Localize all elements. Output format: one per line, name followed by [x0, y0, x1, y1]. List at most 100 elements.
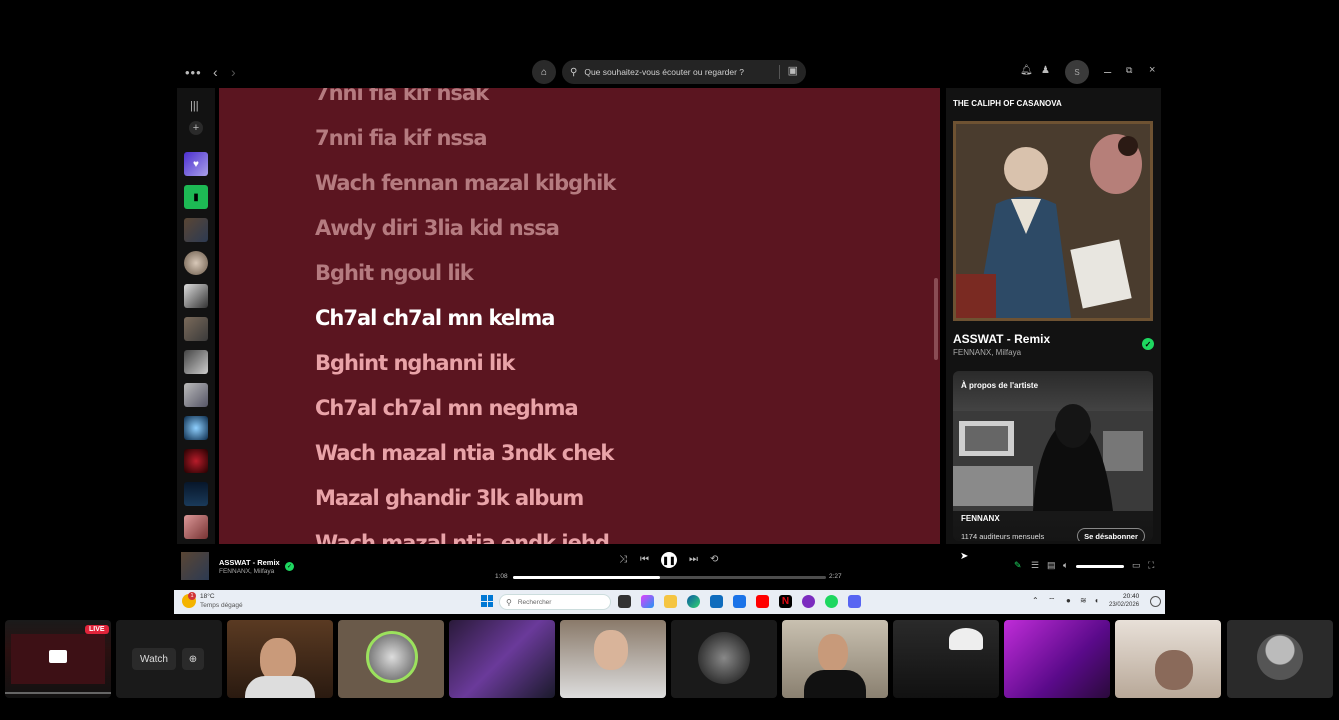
maximize-icon[interactable]: ⧉	[1126, 66, 1132, 75]
library-icon[interactable]: |||	[190, 100, 199, 112]
sidebar-item-album[interactable]	[184, 515, 208, 539]
discord-icon[interactable]	[848, 595, 861, 608]
participant-video[interactable]	[227, 620, 333, 698]
search-icon: ⚲	[506, 597, 512, 607]
participant-video[interactable]	[1004, 620, 1110, 698]
youtube-icon[interactable]	[756, 595, 769, 608]
about-artist-name[interactable]: FENNANX	[961, 514, 1000, 523]
previous-icon[interactable]: ⏮︎	[640, 554, 649, 565]
start-icon[interactable]	[481, 595, 493, 607]
sidebar-item-episodes[interactable]: ▮	[184, 185, 208, 209]
volume-slider[interactable]	[1076, 565, 1124, 568]
shuffle-icon[interactable]: ⤨	[619, 554, 627, 565]
screen-share-tile[interactable]: LIVE	[5, 620, 111, 698]
sidebar-item-album[interactable]	[184, 482, 208, 506]
search-input[interactable]: ⚲ Que souhaitez-vous écouter ou regarder…	[562, 60, 806, 84]
lyrics-scrollbar[interactable]	[934, 278, 938, 360]
lyric-line[interactable]: Mazal ghandir 3lk album	[315, 486, 584, 510]
file-explorer-icon[interactable]	[664, 595, 677, 608]
avatar[interactable]: S	[1065, 60, 1089, 84]
saved-check-icon[interactable]: ✓	[1142, 338, 1154, 350]
miniplayer-icon[interactable]: ▭	[1132, 560, 1141, 571]
weather-temp[interactable]: 18°C	[200, 593, 215, 600]
participant-avatar	[366, 631, 418, 683]
friend-activity-icon[interactable]: ♟	[1041, 66, 1050, 76]
lyric-line-active[interactable]: Ch7al ch7al mn kelma	[315, 306, 555, 330]
connect-device-icon[interactable]: ▤	[1047, 560, 1056, 571]
sidebar-item-album[interactable]	[184, 317, 208, 341]
sidebar-item-playlist[interactable]	[184, 218, 208, 242]
player-cover[interactable]	[181, 552, 209, 580]
notifications-icon[interactable]: 🔔︎	[1020, 66, 1033, 76]
spotify-icon[interactable]	[825, 595, 838, 608]
player-track-artists[interactable]: FENNANX, Milfaya	[219, 568, 274, 575]
participant-avatar-tile[interactable]	[338, 620, 444, 698]
next-icon[interactable]: ⏭︎	[689, 554, 698, 565]
sidebar-item-liked-songs[interactable]: ♥	[184, 152, 208, 176]
player-track-title[interactable]: ASSWAT - Remix	[219, 558, 280, 567]
queue-icon[interactable]: ☰	[1031, 560, 1039, 571]
browse-icon[interactable]: ▣	[788, 64, 798, 77]
netflix-icon[interactable]: N	[779, 595, 792, 608]
pause-button[interactable]: ❚❚	[661, 552, 677, 568]
app-icon[interactable]	[802, 595, 815, 608]
player-saved-icon[interactable]: ✓	[285, 562, 294, 571]
lyric-line[interactable]: 7nni fia kif nssa	[315, 126, 488, 150]
participant-avatar-tile[interactable]	[1227, 620, 1333, 698]
lyric-line[interactable]: Bghit ngoul lik	[315, 261, 474, 285]
now-playing-view-icon[interactable]: ✎	[1014, 560, 1022, 571]
volume-icon[interactable]: 🔈︎	[1063, 560, 1068, 571]
create-playlist-icon[interactable]: +	[189, 121, 203, 135]
lyric-line[interactable]: Wach mazal ntia endk iehd	[315, 531, 610, 544]
participant-avatar-tile[interactable]	[671, 620, 777, 698]
close-icon[interactable]: ×	[1149, 65, 1155, 76]
participant-video[interactable]	[782, 620, 888, 698]
speaker-icon[interactable]: ◖	[1094, 596, 1099, 605]
repeat-icon[interactable]: ⟲	[710, 554, 718, 565]
sidebar-item-album[interactable]	[184, 416, 208, 440]
forward-icon[interactable]: ›	[231, 65, 236, 79]
track-artists[interactable]: FENNANX, Milfaya	[953, 348, 1021, 357]
lyric-line[interactable]: Ch7al ch7al mn neghma	[315, 396, 579, 420]
progress-bar[interactable]	[513, 576, 826, 579]
participant-video[interactable]	[1115, 620, 1221, 698]
watch-button[interactable]: Watch	[132, 648, 176, 670]
fullscreen-icon[interactable]: ⛶	[1148, 560, 1154, 571]
sidebar-item-album[interactable]	[184, 284, 208, 308]
track-title[interactable]: ASSWAT - Remix	[953, 332, 1050, 346]
playlist-title[interactable]: THE CALIPH OF CASANOVA	[953, 99, 1062, 108]
sidebar-item-album[interactable]	[184, 350, 208, 374]
sidebar-item-album[interactable]	[184, 449, 208, 473]
popout-icon[interactable]: ⊕	[182, 648, 204, 670]
mic-icon[interactable]: ●	[1066, 596, 1071, 605]
more-options-icon[interactable]: •••	[185, 66, 202, 79]
mail-icon[interactable]	[733, 595, 746, 608]
clock-time[interactable]: 20:40	[1123, 593, 1139, 600]
lyric-line[interactable]: Wach mazal ntia 3ndk chek	[315, 441, 614, 465]
participant-video[interactable]	[449, 620, 555, 698]
lyric-line[interactable]: Awdy diri 3lia kid nssa	[315, 216, 560, 240]
store-icon[interactable]	[710, 595, 723, 608]
taskbar-search[interactable]: ⚲ Rechercher	[499, 594, 611, 610]
participant-video[interactable]	[560, 620, 666, 698]
lyric-line[interactable]: 7nni fia kif nsak	[315, 88, 489, 105]
task-view-icon[interactable]	[618, 595, 631, 608]
home-button[interactable]: ⌂	[532, 60, 556, 84]
sidebar-item-artist[interactable]	[184, 251, 208, 275]
back-icon[interactable]: ‹	[213, 65, 218, 79]
copilot-icon[interactable]	[641, 595, 654, 608]
weather-desc[interactable]: Temps dégagé	[200, 602, 243, 609]
wifi-icon[interactable]: ≋	[1080, 596, 1087, 605]
about-artist-card[interactable]: À propos de l'artiste FENNANX 1174 audit…	[953, 371, 1153, 541]
sidebar-item-album[interactable]	[184, 383, 208, 407]
minimize-icon[interactable]: –	[1104, 65, 1111, 78]
network-icon[interactable]: ⌔	[1048, 596, 1056, 606]
tray-chevron-icon[interactable]: ⌃	[1032, 596, 1039, 605]
participant-video[interactable]	[893, 620, 999, 698]
lyric-line[interactable]: Wach fennan mazal kibghik	[315, 171, 616, 195]
notification-center-icon[interactable]	[1150, 596, 1161, 607]
edge-icon[interactable]	[687, 595, 700, 608]
clock-date[interactable]: 23/02/2026	[1109, 602, 1139, 608]
unfollow-button[interactable]: Se désabonner	[1077, 528, 1145, 541]
lyric-line[interactable]: Bghint nghanni lik	[315, 351, 515, 375]
